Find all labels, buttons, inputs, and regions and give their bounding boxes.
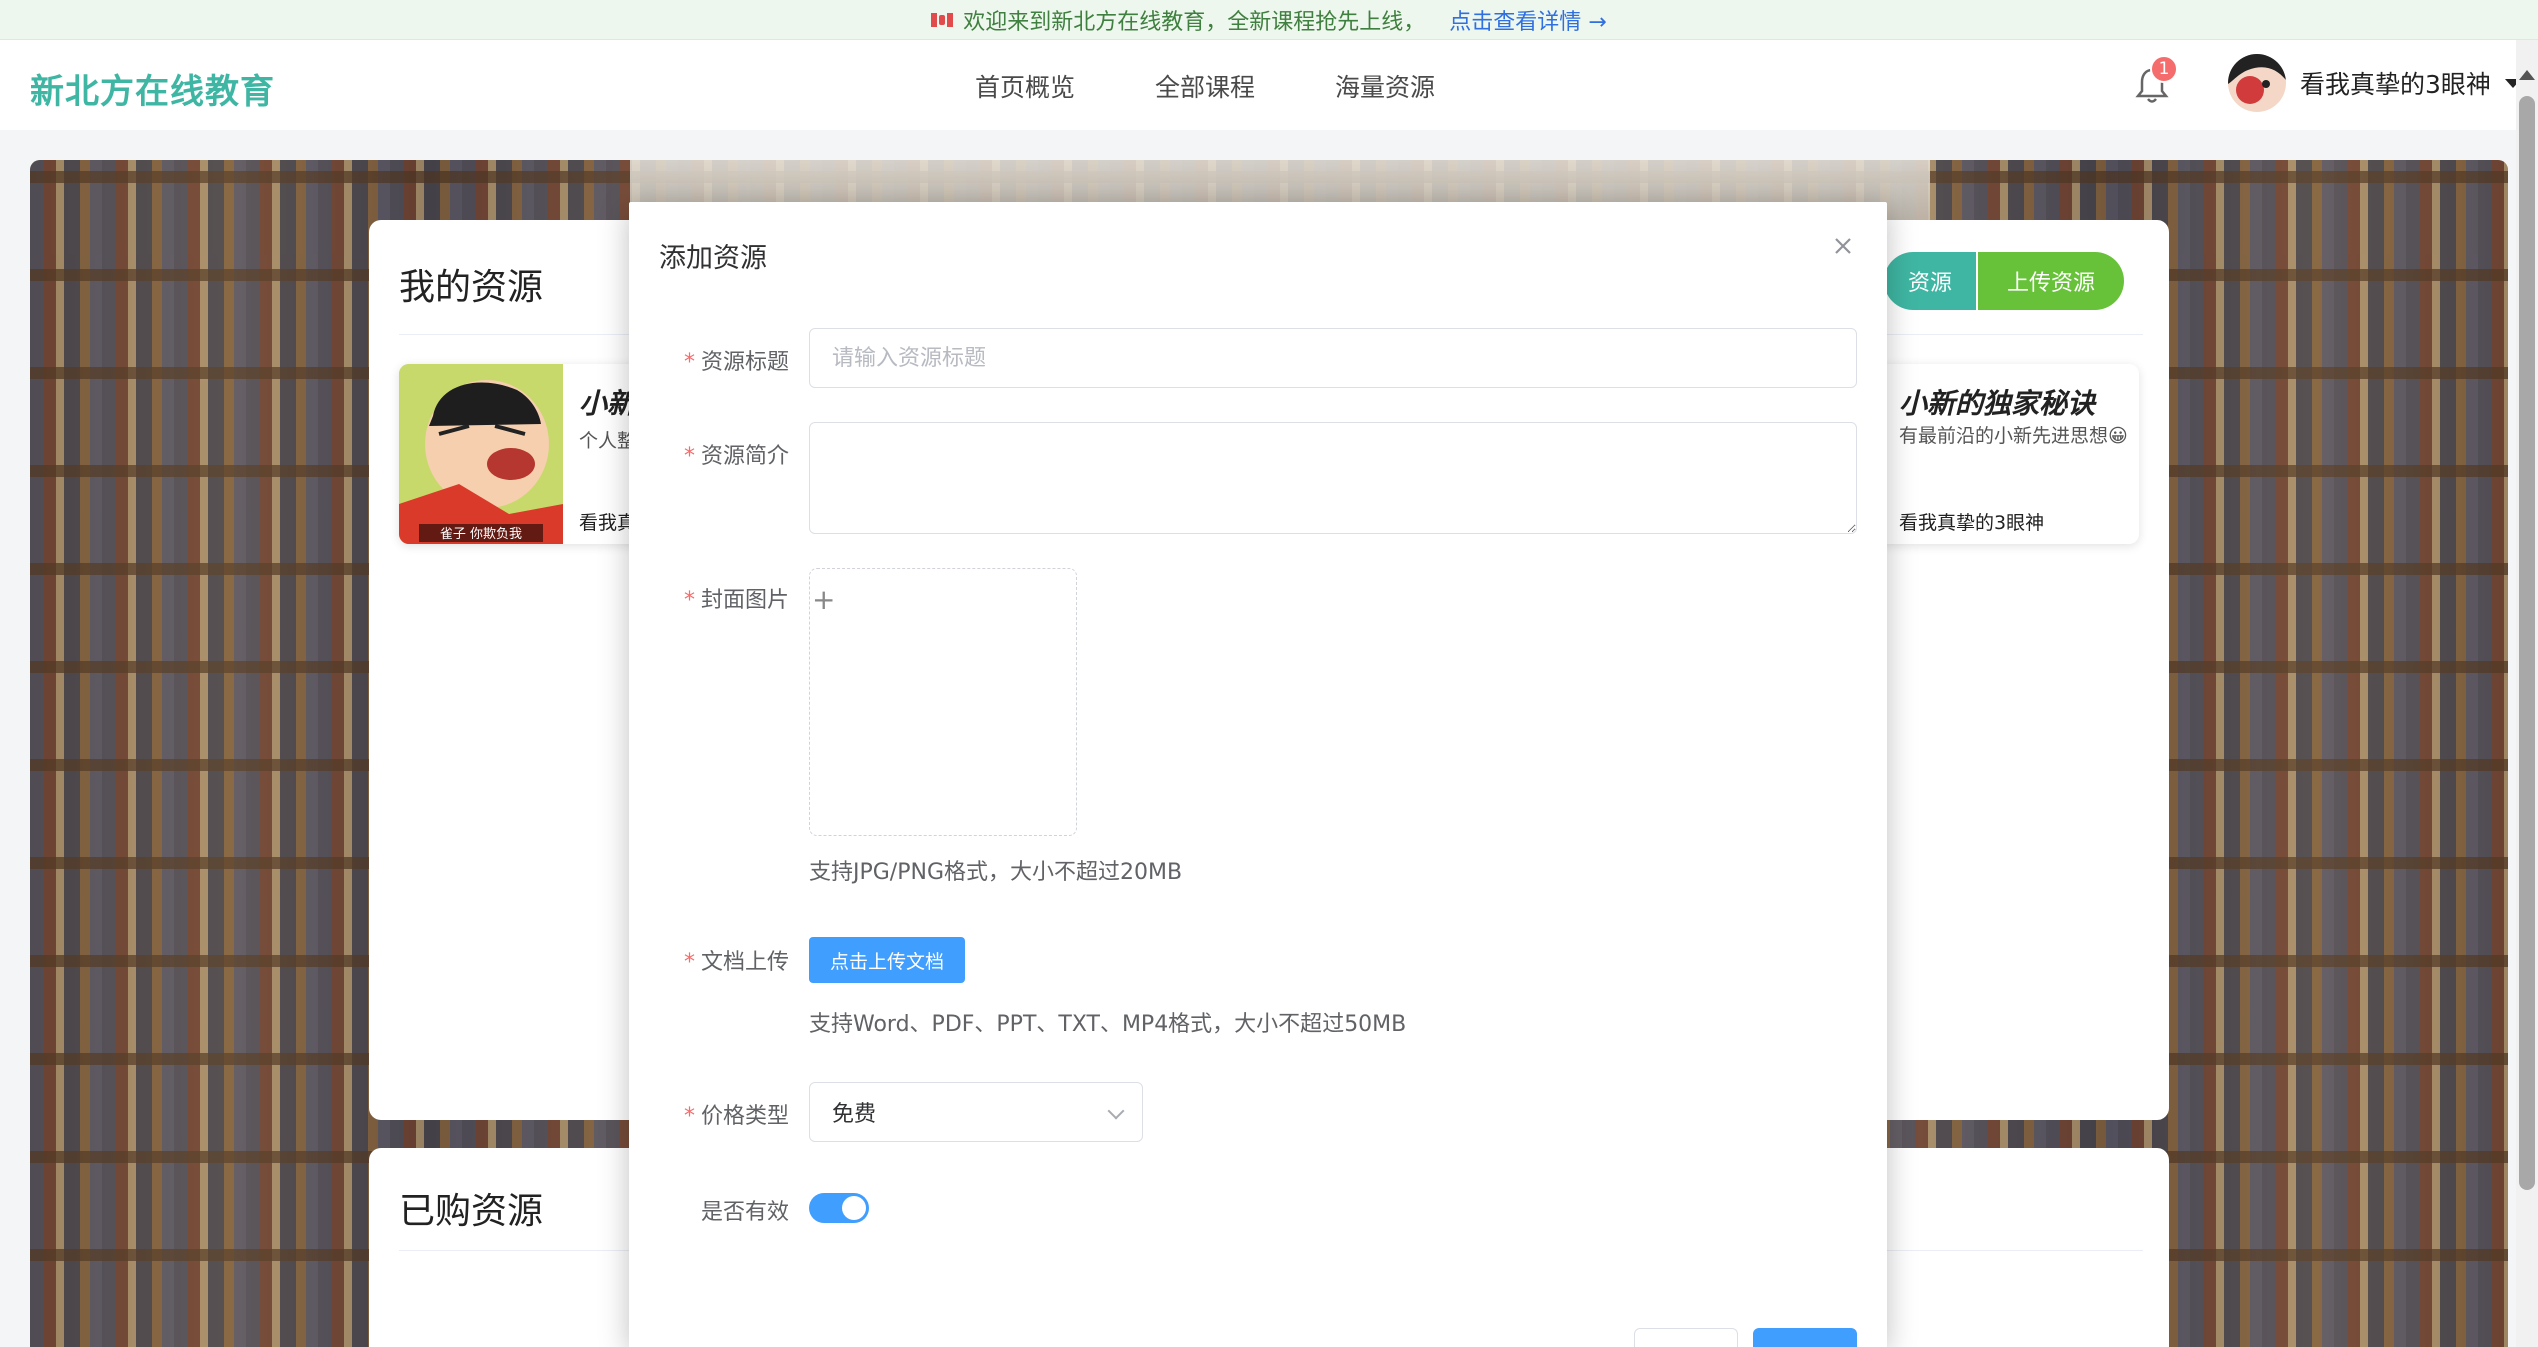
cover-label: * 封面图片 — [683, 588, 789, 613]
scrollbar-thumb[interactable] — [2519, 96, 2535, 1190]
my-resources-title: 我的资源 — [399, 267, 544, 308]
purchased-resources-title: 已购资源 — [399, 1191, 544, 1232]
flag-icon — [931, 12, 954, 27]
resources-button[interactable]: 资源 — [1884, 252, 1976, 310]
nav-item-home[interactable]: 首页概览 — [975, 68, 1075, 104]
brand-logo[interactable]: 新北方在线教育 — [30, 64, 275, 113]
notification-badge: 1 — [2150, 55, 2178, 83]
nav-item-courses[interactable]: 全部课程 — [1155, 68, 1255, 104]
resource-cover-image: 雀子 你欺负我 — [399, 364, 563, 544]
valid-toggle[interactable] — [809, 1193, 869, 1223]
announcement-bar: 欢迎来到新北方在线教育，全新课程抢先上线， 点击查看详情 → — [0, 0, 2538, 40]
user-menu[interactable]: 看我真挚的3眼神 — [2228, 54, 2521, 112]
username: 看我真挚的3眼神 — [2300, 70, 2491, 99]
doc-hint: 支持Word、PDF、PPT、TXT、MP4格式，大小不超过50MB — [809, 1012, 1407, 1037]
cover-hint: 支持JPG/PNG格式，大小不超过20MB — [809, 860, 1183, 885]
resource-card-desc: 个人整 — [579, 430, 637, 452]
resource-intro-textarea[interactable] — [809, 422, 1857, 534]
intro-label: * 资源简介 — [683, 444, 789, 469]
cover-caption: 雀子 你欺负我 — [440, 527, 522, 542]
cover-upload-box[interactable]: + — [809, 568, 1077, 836]
price-type-select[interactable]: 免费 — [809, 1082, 1143, 1142]
title-label: * 资源标题 — [683, 350, 789, 375]
upload-resource-button[interactable]: 上传资源 — [1978, 252, 2124, 310]
add-resource-dialog: 添加资源 *资源标题 *资源简介 *封面图片 + 支持JPG/PNG格式，大小不… — [629, 202, 1887, 1347]
upload-document-button[interactable]: 点击上传文档 — [809, 937, 965, 983]
dialog-title: 添加资源 — [659, 243, 767, 274]
resource-card-author: 看我真挚的3眼神 — [1899, 512, 2045, 534]
resource-card-desc: 有最前沿的小新先进思想😀 — [1899, 425, 2128, 447]
announcement-link[interactable]: 点击查看详情 → — [1449, 4, 1606, 36]
resource-card[interactable]: 雀子 你欺负我 小新 个人整 看我真 — [399, 364, 659, 544]
avatar — [2228, 54, 2286, 112]
main-nav: 首页概览 全部课程 海量资源 — [975, 68, 1435, 104]
nav-item-resources[interactable]: 海量资源 — [1335, 68, 1435, 104]
price-type-value: 免费 — [832, 1102, 877, 1127]
resource-card[interactable]: 小新的独家秘诀 有最前沿的小新先进思想😀 看我真挚的3眼神 — [1879, 364, 2139, 544]
scroll-up-arrow-icon[interactable] — [2519, 70, 2535, 80]
cancel-button[interactable] — [1634, 1328, 1738, 1347]
resource-card-author: 看我真 — [579, 512, 637, 534]
confirm-button[interactable] — [1753, 1328, 1857, 1347]
announcement-text: 欢迎来到新北方在线教育，全新课程抢先上线， — [963, 9, 1426, 35]
resource-button-group: 资源 上传资源 — [1884, 252, 2124, 310]
chevron-down-icon — [1107, 1102, 1125, 1120]
plus-icon: + — [812, 583, 836, 616]
price-label: * 价格类型 — [683, 1104, 789, 1129]
resource-title-input[interactable] — [809, 328, 1857, 388]
top-header: 新北方在线教育 首页概览 全部课程 海量资源 1 看我真挚的3眼神 — [0, 40, 2538, 130]
close-icon[interactable] — [1829, 232, 1857, 260]
doc-label: * 文档上传 — [683, 950, 789, 975]
valid-label: 是否有效 — [700, 1200, 789, 1225]
resource-card-title: 小新的独家秘诀 — [1899, 387, 2096, 420]
resource-card-title: 小新 — [579, 387, 636, 420]
